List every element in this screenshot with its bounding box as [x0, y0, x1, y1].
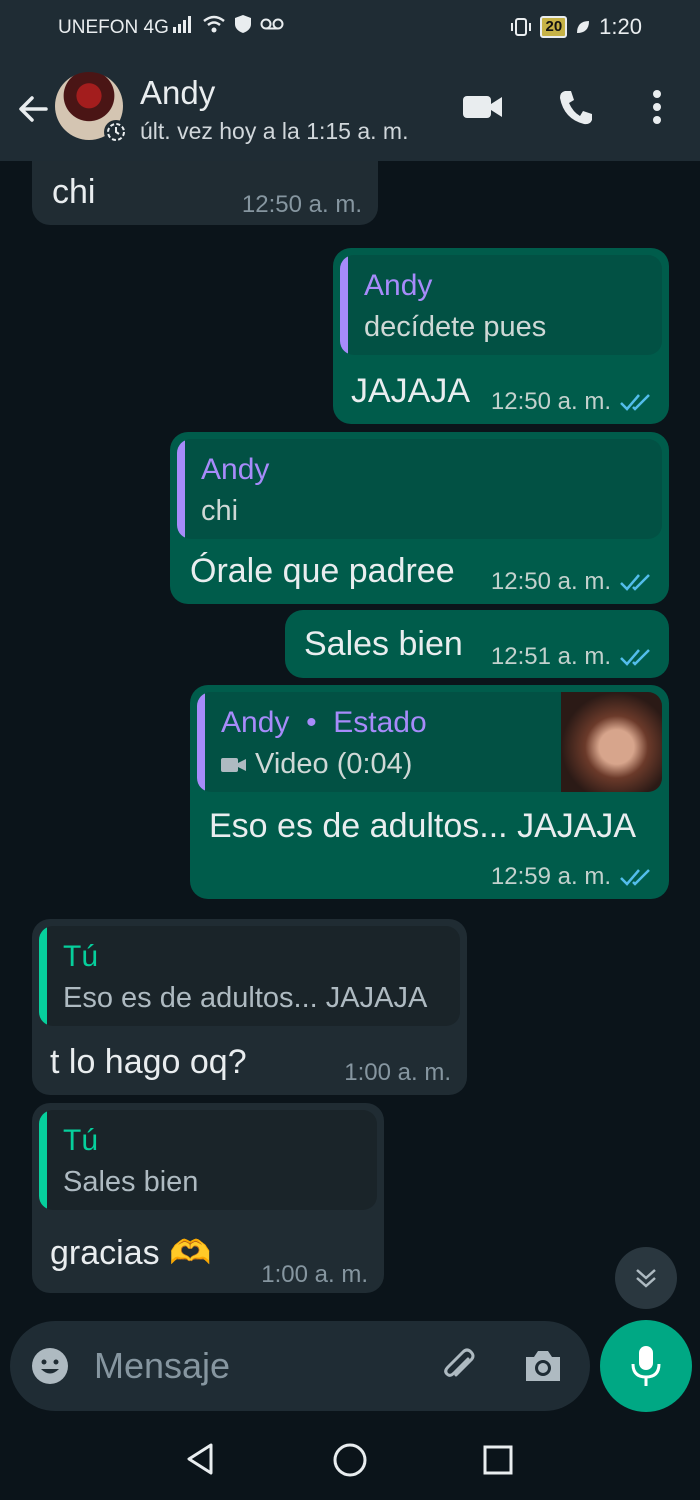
quote-author: Andy — [201, 453, 270, 486]
voicemail-icon — [260, 18, 284, 30]
quote-text: Video (0:04) — [221, 748, 412, 781]
message-time: 12:59 a. m. — [491, 863, 653, 891]
clock: 1:20 — [599, 14, 642, 39]
message-incoming[interactable]: Tú Sales bien gracias 🫶 1:00 a. m. — [32, 1103, 384, 1293]
message-time: 1:00 a. m. — [344, 1059, 451, 1086]
quoted-message[interactable]: Andy chi — [177, 439, 662, 539]
quoted-message[interactable]: Andy decídete pues — [340, 255, 662, 355]
more-options-icon[interactable] — [648, 86, 666, 128]
status-thumbnail — [561, 692, 662, 792]
message-incoming[interactable]: chi 12:50 a. m. — [32, 161, 378, 225]
back-arrow-icon[interactable] — [16, 92, 50, 126]
message-text: Eso es de adultos... JAJAJA — [209, 807, 637, 845]
mic-icon — [631, 1346, 661, 1386]
quote-author: Andy — [364, 269, 433, 302]
signal-icon — [173, 16, 191, 33]
quote-author: Andy • Estado — [221, 706, 427, 739]
quote-text: decídete pues — [364, 311, 547, 343]
message-time: 12:50 a. m. — [241, 191, 362, 218]
quote-bar — [340, 255, 348, 355]
message-text: JAJAJA — [351, 372, 471, 410]
video-call-icon[interactable] — [462, 86, 504, 128]
message-text: Órale que padree — [190, 552, 455, 590]
chat-header: Andy últ. vez hoy a la 1:15 a. m. — [0, 56, 700, 161]
battery-indicator: 20 — [540, 16, 568, 38]
message-input[interactable]: Mensaje — [10, 1321, 590, 1411]
quoted-message[interactable]: Tú Sales bien — [39, 1110, 377, 1210]
nav-back-icon[interactable] — [184, 1442, 216, 1476]
leaf-icon — [577, 21, 590, 33]
scroll-to-bottom-button[interactable] — [615, 1247, 677, 1309]
message-outgoing[interactable]: Sales bien 12:51 a. m. — [285, 610, 669, 678]
message-outgoing[interactable]: Andy chi Órale que padree 12:50 a. m. — [170, 432, 669, 604]
system-icons — [172, 14, 284, 34]
phone-icon[interactable] — [556, 86, 596, 128]
shield-icon — [235, 15, 251, 33]
wifi-icon — [203, 15, 225, 33]
quote-bar — [39, 1110, 47, 1210]
message-time: 12:50 a. m. — [491, 388, 653, 416]
message-time: 1:00 a. m. — [261, 1261, 368, 1288]
quoted-status[interactable]: Andy • Estado Video (0:04) — [197, 692, 662, 792]
message-time: 12:51 a. m. — [491, 643, 653, 671]
chevron-double-down-icon — [636, 1269, 656, 1288]
contact-name[interactable]: Andy — [140, 74, 215, 112]
message-incoming[interactable]: Tú Eso es de adultos... JAJAJA t lo hago… — [32, 919, 467, 1095]
message-text: t lo hago oq? — [50, 1043, 247, 1081]
message-outgoing[interactable]: Andy • Estado Video (0:04) Eso es de adu… — [190, 685, 669, 899]
quote-bar — [177, 439, 185, 539]
android-nav-bar — [0, 1420, 700, 1500]
vibrate-icon — [511, 18, 532, 36]
nav-home-icon[interactable] — [332, 1442, 368, 1478]
quote-bar — [197, 692, 205, 792]
chat-area[interactable]: chi 12:50 a. m. Andy decídete pues JAJAJ… — [0, 161, 700, 1421]
quote-text: Sales bien — [63, 1166, 199, 1198]
attach-icon[interactable] — [438, 1345, 480, 1387]
last-seen: últ. vez hoy a la 1:15 a. m. — [140, 118, 409, 144]
quote-text: Eso es de adultos... JAJAJA — [63, 982, 428, 1014]
status-right: 20 1:20 — [510, 14, 642, 40]
camera-icon[interactable] — [522, 1347, 564, 1385]
emoji-icon[interactable] — [30, 1346, 70, 1386]
quote-bar — [39, 926, 47, 1026]
status-bar: UNEFON 4G 20 1:20 — [0, 0, 700, 56]
read-ticks-icon — [620, 574, 650, 591]
status-ring-icon — [104, 120, 128, 144]
nav-recents-icon[interactable] — [482, 1444, 514, 1476]
message-time: 12:50 a. m. — [491, 568, 653, 596]
carrier-label: UNEFON 4G — [58, 17, 169, 38]
read-ticks-icon — [620, 394, 650, 411]
video-icon — [221, 757, 246, 772]
message-text: gracias 🫶 — [50, 1234, 212, 1272]
message-text: Sales bien — [304, 625, 463, 663]
read-ticks-icon — [620, 649, 650, 666]
quoted-message[interactable]: Tú Eso es de adultos... JAJAJA — [39, 926, 460, 1026]
message-outgoing[interactable]: Andy decídete pues JAJAJA 12:50 a. m. — [333, 248, 669, 424]
mic-button[interactable] — [600, 1320, 692, 1412]
quote-text: chi — [201, 495, 239, 527]
message-placeholder: Mensaje — [94, 1345, 231, 1386]
quote-author: Tú — [63, 940, 99, 973]
read-ticks-icon — [620, 869, 650, 886]
quote-author: Tú — [63, 1124, 99, 1157]
message-text: chi — [52, 173, 96, 211]
